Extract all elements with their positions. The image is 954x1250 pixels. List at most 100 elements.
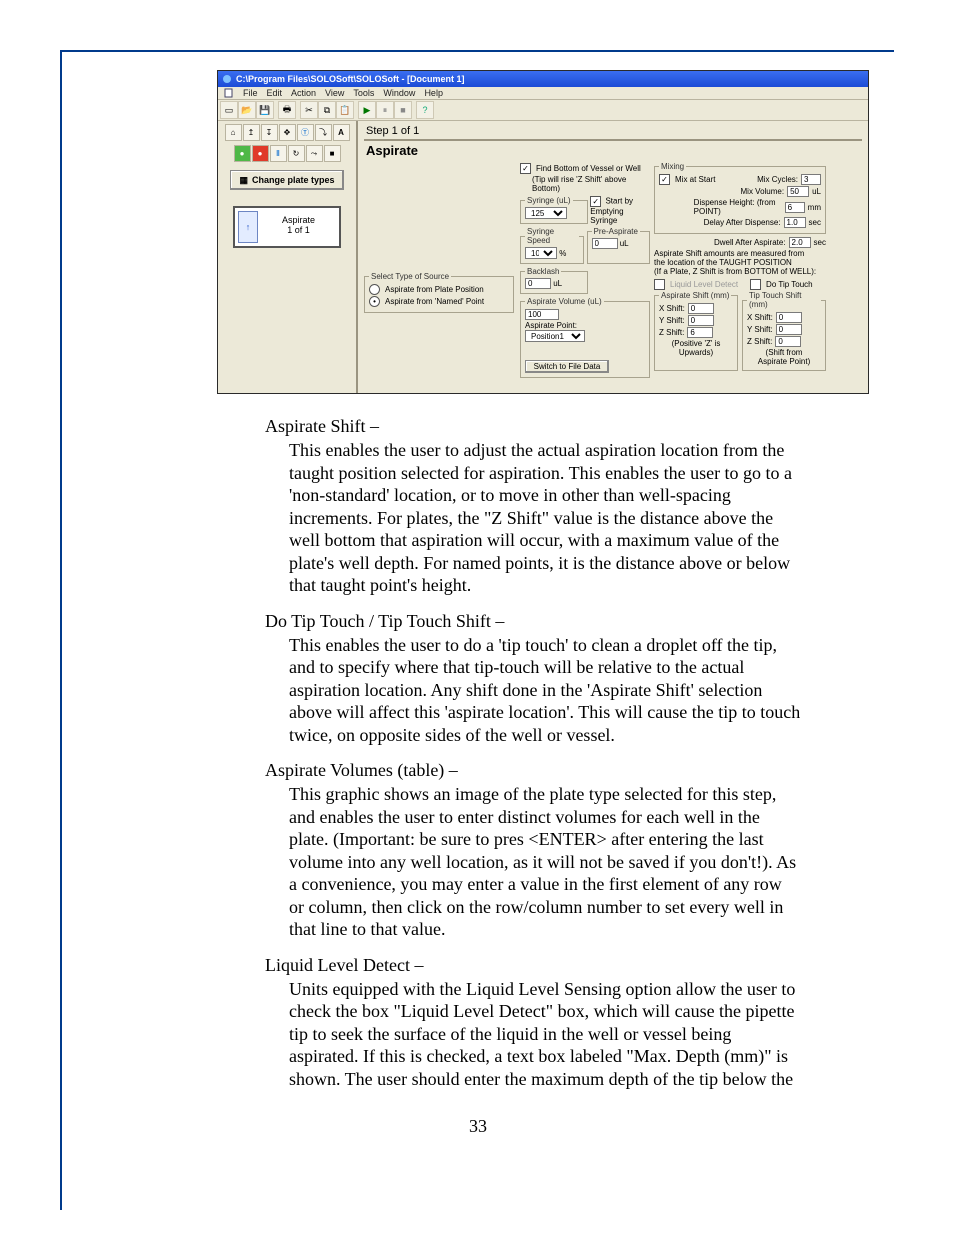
menu-file[interactable]: File (243, 88, 258, 98)
asp-x-label: X Shift: (659, 304, 685, 313)
menu-view[interactable]: View (325, 88, 344, 98)
start-empty-checkbox[interactable]: ✓ (590, 196, 601, 207)
print-icon[interactable]: 🖶 (278, 101, 296, 119)
mix-vol-label: Mix Volume: (741, 187, 785, 196)
step-card-title: Aspirate (261, 215, 336, 225)
radio-plate[interactable] (369, 284, 380, 295)
tt-foot2: Aspirate Point) (747, 357, 821, 366)
tool-pause-icon[interactable]: Ⅱ (270, 145, 287, 162)
mix-vol-unit: uL (812, 187, 821, 196)
right-panel: Step 1 of 1 Aspirate Select Type of Sour… (358, 121, 868, 393)
mix-cycles-input[interactable] (801, 174, 821, 185)
asp-shift-legend: Aspirate Shift (mm) (659, 291, 731, 300)
new-icon[interactable]: ▭ (220, 101, 238, 119)
tt-x-label: X Shift: (747, 313, 773, 322)
delay-unit: sec (809, 218, 821, 227)
menubar: File Edit Action View Tools Window Help (218, 87, 868, 100)
change-plate-types-button[interactable]: ▦ Change plate types (230, 170, 344, 190)
preaspirate-group: Pre-Aspirate uL (587, 227, 651, 264)
tip-touch-checkbox[interactable] (750, 279, 761, 290)
tool-loop-icon[interactable]: ↻ (288, 145, 305, 162)
asp-foot1: (Positive 'Z' is (659, 339, 733, 348)
save-icon[interactable]: 💾 (256, 101, 274, 119)
step-card-sub: 1 of 1 (261, 225, 336, 235)
backlash-legend: Backlash (525, 267, 561, 276)
aspvol-point-select[interactable]: Position1 (525, 330, 585, 342)
tool-move-icon[interactable]: ✥ (279, 124, 296, 141)
disp-height-label: Dispense Height: (from POINT) (694, 198, 782, 216)
tt-z-input[interactable] (775, 336, 801, 347)
asp-z-input[interactable] (687, 327, 713, 338)
tt-shift-legend: Tip Touch Shift (mm) (747, 291, 821, 309)
tool-aspirate-icon[interactable]: ● (234, 145, 251, 162)
find-bottom-hint: (Tip will rise 'Z Shift' above Bottom) (532, 175, 650, 193)
menu-window[interactable]: Window (383, 88, 415, 98)
shift-note-3: (If a Plate, Z Shift is from BOTTOM of W… (654, 267, 826, 276)
stop-icon[interactable]: ■ (394, 101, 412, 119)
change-plate-label: Change plate types (252, 175, 335, 185)
menu-tools[interactable]: Tools (353, 88, 374, 98)
asp-x-input[interactable] (688, 303, 714, 314)
step-toolbar: ⌂ ↥ ↧ ✥ Ⓣ ⤵ A (222, 124, 352, 141)
syringe-speed-unit: % (559, 249, 566, 258)
backlash-input[interactable] (525, 278, 551, 289)
tool-end-icon[interactable]: ■ (324, 145, 341, 162)
shift-note-1: Aspirate Shift amounts are measured from (654, 249, 826, 258)
copy-icon[interactable]: ⧉ (318, 101, 336, 119)
preaspirate-input[interactable] (592, 238, 618, 249)
mix-at-start-checkbox[interactable]: ✓ (659, 174, 670, 185)
preaspirate-legend: Pre-Aspirate (592, 227, 640, 236)
asp-y-input[interactable] (688, 315, 714, 326)
tip-touch-label: Do Tip Touch (766, 280, 813, 289)
find-bottom-label: Find Bottom of Vessel or Well (536, 164, 641, 173)
document-body: Aspirate Shift – This enables the user t… (87, 416, 869, 1090)
term-lld: Liquid Level Detect – (265, 955, 861, 976)
help-icon[interactable]: ? (416, 101, 434, 119)
tool-text-icon[interactable]: A (333, 124, 350, 141)
tt-x-input[interactable] (776, 312, 802, 323)
step-card[interactable]: ↑ Aspirate 1 of 1 (233, 206, 341, 248)
menu-action[interactable]: Action (291, 88, 316, 98)
syringe-legend: Syringe (uL) (525, 196, 573, 205)
tt-z-label: Z Shift: (747, 337, 772, 346)
left-panel: ⌂ ↥ ↧ ✥ Ⓣ ⤵ A ● ● Ⅱ ↻ ⤳ ■ (218, 121, 358, 393)
delay-input[interactable] (784, 217, 806, 228)
pause-icon[interactable]: ⏸ (376, 101, 394, 119)
menu-edit[interactable]: Edit (267, 88, 283, 98)
cut-icon[interactable]: ✂ (300, 101, 318, 119)
mix-vol-input[interactable] (787, 186, 809, 197)
radio-named[interactable]: • (369, 296, 380, 307)
dwell-unit: sec (814, 238, 826, 247)
syringe-speed-group: Syringe Speed 100 % (520, 227, 584, 264)
run-icon[interactable]: ▶ (358, 101, 376, 119)
tool-shuck-tips-icon[interactable]: ⤵ (315, 124, 332, 141)
syringe-speed-select[interactable]: 100 (525, 247, 557, 259)
tool-branch-icon[interactable]: ⤳ (306, 145, 323, 162)
tool-home-icon[interactable]: ⌂ (225, 124, 242, 141)
term-aspirate-shift: Aspirate Shift – (265, 416, 861, 437)
dwell-label: Dwell After Aspirate: (714, 238, 786, 247)
tt-y-input[interactable] (776, 324, 802, 335)
find-bottom-checkbox[interactable]: ✓ (520, 163, 531, 174)
tool-tip-up-icon[interactable]: ↥ (243, 124, 260, 141)
paste-icon[interactable]: 📋 (336, 101, 354, 119)
tt-foot1: (Shift from (747, 348, 821, 357)
dwell-input[interactable] (789, 237, 811, 248)
aspvol-input[interactable] (525, 309, 559, 320)
delay-label: Delay After Dispense: (704, 218, 781, 227)
syringe-select[interactable]: 125 (525, 207, 567, 219)
term-aspirate-volumes: Aspirate Volumes (table) – (265, 760, 861, 781)
step-toolbar-2: ● ● Ⅱ ↻ ⤳ ■ (222, 145, 352, 162)
switch-file-data-button[interactable]: Switch to File Data (525, 360, 609, 373)
asp-z-label: Z Shift: (659, 328, 684, 337)
desc-lld: Units equipped with the Liquid Level Sen… (289, 978, 801, 1091)
lld-checkbox[interactable] (654, 279, 665, 290)
panel-heading: Aspirate (364, 142, 862, 162)
open-icon[interactable]: 📂 (238, 101, 256, 119)
tool-dispense-icon[interactable]: ● (252, 145, 269, 162)
menu-help[interactable]: Help (424, 88, 443, 98)
disp-height-input[interactable] (785, 202, 805, 213)
tool-tip-down-icon[interactable]: ↧ (261, 124, 278, 141)
tool-get-tips-icon[interactable]: Ⓣ (297, 124, 314, 141)
step-counter: Step 1 of 1 (364, 123, 862, 141)
